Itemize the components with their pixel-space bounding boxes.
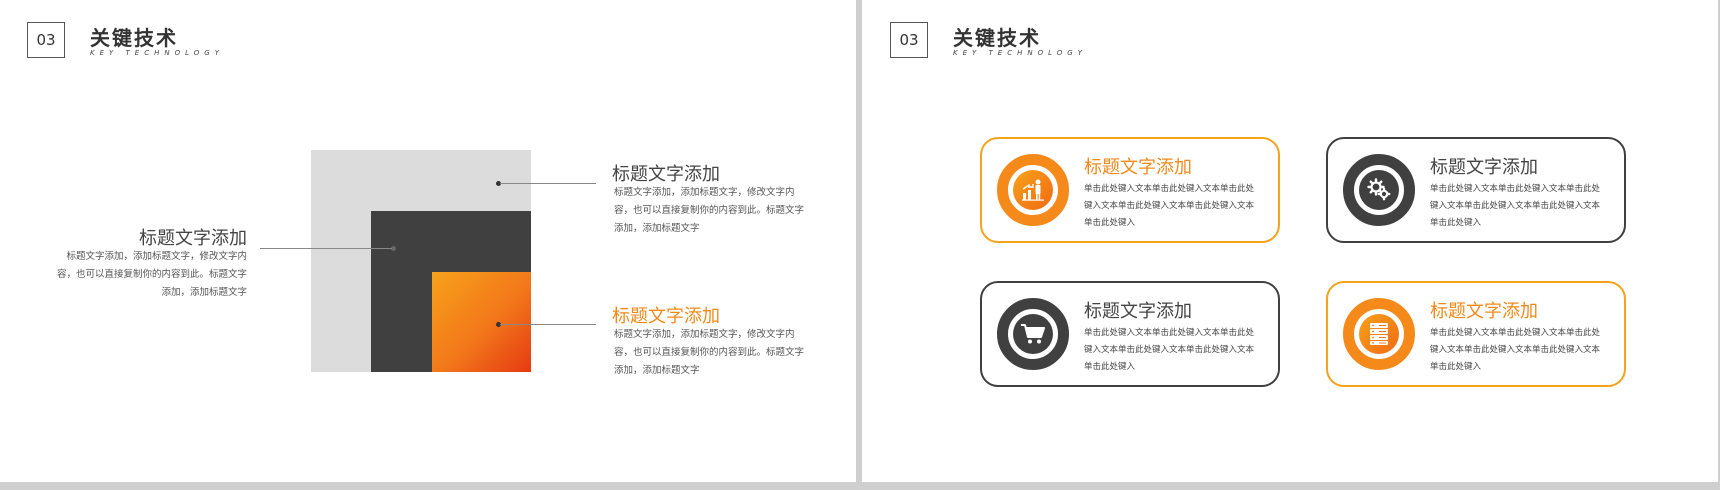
icon-ring: [997, 154, 1069, 226]
connector-line-top: [500, 183, 596, 184]
feature-card-2: 标题文字添加 单击此处键入文本单击此处键入文本单击此处键入文本单击此处键入文本单…: [1326, 137, 1626, 243]
card-body: 单击此处键入文本单击此处键入文本单击此处键入文本单击此处键入文本单击此处键入文本…: [1430, 328, 1601, 372]
icon-ring: [997, 298, 1069, 370]
growth-people-icon: [1013, 170, 1053, 210]
block-title-top: 标题文字添加: [612, 164, 720, 185]
card-title: 标题文字添加: [1430, 301, 1538, 322]
card-title: 标题文字添加: [1084, 157, 1192, 178]
section-number: 03: [27, 22, 65, 58]
card-body: 单击此处键入文本单击此处键入文本单击此处键入文本单击此处键入文本单击此处键入文本…: [1430, 184, 1601, 228]
connector-line-bottom: [500, 324, 596, 325]
slide-right: 03 关键技术 KEY TECHNOLOGY 标题文字添加 单击此处键入文本单击…: [862, 0, 1718, 482]
card-body: 单击此处键入文本单击此处键入文本单击此处键入文本单击此处键入文本单击此处键入文本…: [1084, 184, 1255, 228]
section-title: 关键技术: [90, 26, 178, 50]
feature-card-3: 标题文字添加 单击此处键入文本单击此处键入文本单击此处键入文本单击此处键入文本单…: [980, 281, 1280, 387]
icon-ring: [1343, 154, 1415, 226]
gears-icon: [1359, 170, 1399, 210]
card-body: 单击此处键入文本单击此处键入文本单击此处键入文本单击此处键入文本单击此处键入文本…: [1084, 328, 1255, 372]
block-body-bottom: 标题文字添加，添加标题文字，修改文字内容，也可以直接复制你的内容到此。标题文字添…: [614, 329, 805, 376]
feature-card-1: 标题文字添加 单击此处键入文本单击此处键入文本单击此处键入文本单击此处键入文本单…: [980, 137, 1280, 243]
block-title-bottom: 标题文字添加: [612, 306, 720, 327]
feature-card-4: 标题文字添加 单击此处键入文本单击此处键入文本单击此处键入文本单击此处键入文本单…: [1326, 281, 1626, 387]
orange-gradient-square: [432, 272, 531, 372]
section-number: 03: [890, 22, 928, 58]
block-title-middle: 标题文字添加: [139, 228, 247, 249]
card-title: 标题文字添加: [1084, 301, 1192, 322]
section-subtitle: KEY TECHNOLOGY: [90, 49, 225, 57]
block-body-middle: 标题文字添加，添加标题文字，修改文字内容，也可以直接复制你的内容到此。标题文字添…: [56, 251, 247, 298]
section-subtitle: KEY TECHNOLOGY: [953, 49, 1088, 57]
slide-left: 03 关键技术 KEY TECHNOLOGY 标题文字添加 标题文字添加，添加标…: [0, 0, 856, 482]
connector-line-middle: [260, 248, 392, 249]
shopping-cart-icon: [1013, 314, 1053, 354]
card-title: 标题文字添加: [1430, 157, 1538, 178]
server-stack-icon: [1359, 314, 1399, 354]
section-title: 关键技术: [953, 26, 1041, 50]
block-body-top: 标题文字添加，添加标题文字，修改文字内容，也可以直接复制你的内容到此。标题文字添…: [614, 187, 805, 234]
icon-ring: [1343, 298, 1415, 370]
